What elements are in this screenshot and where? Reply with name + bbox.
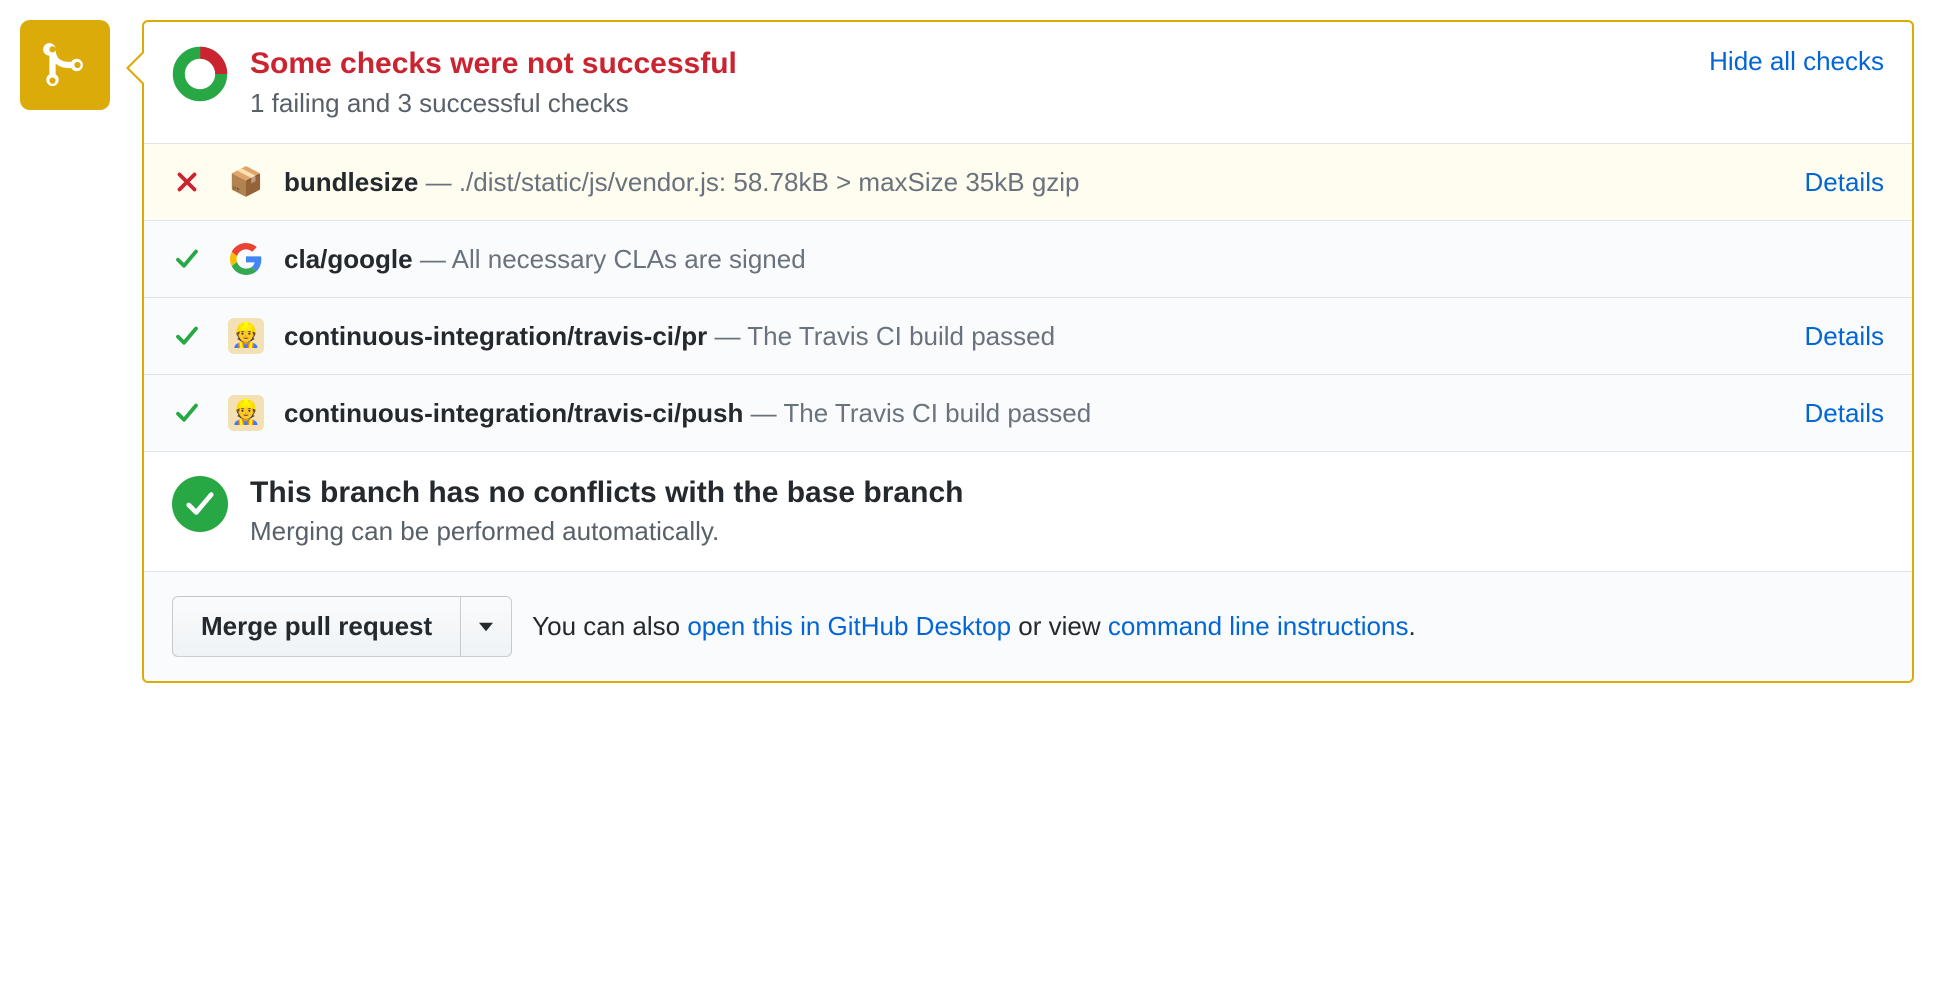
check-name: bundlesize	[284, 167, 418, 197]
check-name: continuous-integration/travis-ci/push	[284, 398, 743, 428]
check-description: The Travis CI build passed	[747, 321, 1055, 351]
merge-hint-text: You can also open this in GitHub Desktop…	[532, 611, 1416, 642]
check-name: continuous-integration/travis-ci/pr	[284, 321, 707, 351]
check-row-travis-pr: 👷 continuous-integration/travis-ci/pr — …	[144, 298, 1912, 375]
travis-icon: 👷	[228, 318, 264, 354]
success-check-icon	[172, 476, 228, 532]
check-description: The Travis CI build passed	[783, 398, 1091, 428]
check-icon	[172, 247, 202, 271]
check-row-travis-push: 👷 continuous-integration/travis-ci/push …	[144, 375, 1912, 452]
command-line-instructions-link[interactable]: command line instructions	[1108, 611, 1409, 641]
check-icon	[172, 324, 202, 348]
checks-summary-section: Some checks were not successful 1 failin…	[144, 22, 1912, 144]
merge-conflict-status: This branch has no conflicts with the ba…	[144, 452, 1912, 572]
check-details-link[interactable]: Details	[1805, 398, 1884, 429]
merge-options-dropdown-button[interactable]	[461, 596, 512, 657]
git-merge-icon	[40, 40, 90, 90]
checks-summary-title: Some checks were not successful	[250, 46, 1709, 82]
status-donut-icon	[172, 46, 228, 102]
merge-status-subtitle: Merging can be performed automatically.	[250, 516, 963, 547]
check-description: ./dist/static/js/vendor.js: 58.78kB > ma…	[459, 167, 1080, 197]
x-icon	[172, 170, 202, 194]
check-description: All necessary CLAs are signed	[452, 244, 806, 274]
check-details-link[interactable]: Details	[1805, 167, 1884, 198]
merge-status-title: This branch has no conflicts with the ba…	[250, 476, 963, 510]
check-name: cla/google	[284, 244, 413, 274]
google-icon	[228, 241, 264, 277]
open-desktop-link[interactable]: open this in GitHub Desktop	[687, 611, 1011, 641]
package-icon: 📦	[228, 164, 264, 200]
check-icon	[172, 401, 202, 425]
merge-actions-section: Merge pull request You can also open thi…	[144, 572, 1912, 681]
check-details-link[interactable]: Details	[1805, 321, 1884, 352]
checks-summary-subtitle: 1 failing and 3 successful checks	[250, 88, 1709, 119]
travis-icon: 👷	[228, 395, 264, 431]
check-row-bundlesize: 📦 bundlesize — ./dist/static/js/vendor.j…	[144, 144, 1912, 221]
checks-list: 📦 bundlesize — ./dist/static/js/vendor.j…	[144, 144, 1912, 452]
merge-timeline-badge	[20, 20, 110, 110]
toggle-checks-link[interactable]: Hide all checks	[1709, 46, 1884, 77]
merge-pull-request-button[interactable]: Merge pull request	[172, 596, 461, 657]
merge-status-card: Some checks were not successful 1 failin…	[142, 20, 1914, 683]
caret-down-icon	[479, 622, 493, 632]
check-row-cla-google: cla/google — All necessary CLAs are sign…	[144, 221, 1912, 298]
